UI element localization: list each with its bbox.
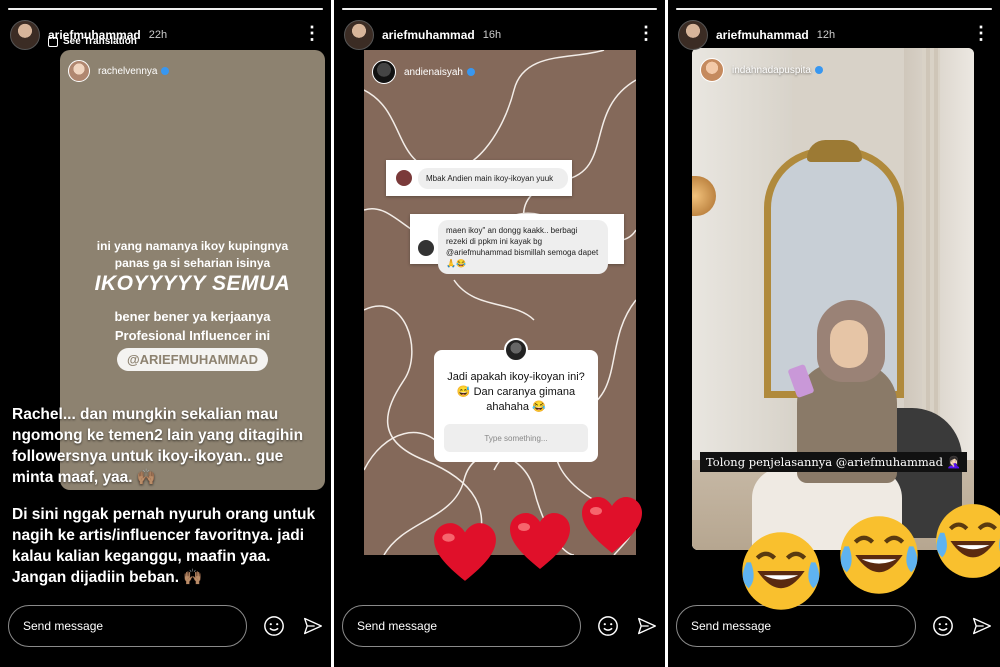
heart-icon — [582, 497, 642, 553]
avatar — [372, 60, 396, 84]
reshared-user[interactable]: indahnadapuspita — [700, 58, 823, 82]
more-options-icon[interactable]: ⋮ — [972, 24, 990, 42]
avatar — [418, 240, 434, 256]
question-sticker[interactable]: Jadi apakah ikoy-ikoyan ini? 😅 Dan caran… — [434, 338, 598, 462]
reply-bar: Send message — [8, 605, 323, 647]
story-caption: Tolong penjelasannya @ariefmuhammad 🤦🏻‍♀… — [700, 452, 967, 472]
question-response-card: Mbak Andien main ikoy-ikoyan yuuk — [386, 160, 572, 196]
story-header: ariefmuhammad 16h ⋮ — [344, 18, 655, 52]
reshared-user[interactable]: andienaisyah — [372, 60, 475, 84]
send-icon[interactable] — [637, 616, 657, 636]
story-progress-bar — [8, 8, 323, 10]
story-time: 16h — [482, 29, 502, 41]
story-progress-bar — [342, 8, 657, 10]
question-answer-input[interactable]: Type something... — [444, 424, 588, 452]
question-response-card: maen ikoy" an dongg kaakk.. berbagi reze… — [410, 214, 624, 274]
verified-badge-icon — [814, 66, 823, 74]
story-username[interactable]: ariefmuhammad — [716, 28, 809, 42]
question-text: maen ikoy" an dongg kaakk.. berbagi reze… — [438, 220, 608, 274]
question-text: Mbak Andien main ikoy-ikoyan yuuk — [418, 168, 568, 189]
story-panel-2: ariefmuhammad 16h ⋮ andienaisyah Mbak An… — [334, 0, 665, 667]
story-text-line: bener bener ya kerjaanya — [114, 309, 271, 324]
question-sticker-text: Jadi apakah ikoy-ikoyan ini? 😅 Dan caran… — [447, 371, 585, 413]
story-progress-bar — [676, 8, 992, 10]
reshared-user[interactable]: rachelvennya — [68, 60, 170, 82]
story-time: 22h — [148, 29, 168, 41]
reshared-username: andienaisyah — [404, 66, 463, 78]
story-panel-3: ariefmuhammad 12h ⋮ indahnadapuspita Tol… — [668, 0, 1000, 667]
avatar[interactable] — [678, 20, 708, 50]
story-header: ariefmuhammad 12h ⋮ — [678, 18, 990, 52]
avatar — [396, 170, 412, 186]
avatar — [68, 60, 90, 82]
send-message-input[interactable]: Send message — [8, 605, 247, 647]
avatar[interactable] — [10, 20, 40, 50]
story-time: 12h — [816, 29, 836, 41]
verified-badge-icon — [161, 67, 170, 75]
story-panel-1: ariefmuhammad 22h ⋮ See Translation rach… — [0, 0, 331, 667]
sticker-icon[interactable] — [263, 615, 285, 637]
reshared-story-card[interactable]: andienaisyah Mbak Andien main ikoy-ikoya… — [364, 50, 636, 555]
reply-bar: Send message — [676, 605, 992, 647]
person-face-decoration — [830, 320, 868, 368]
avatar[interactable] — [344, 20, 374, 50]
reply-bar: Send message — [342, 605, 657, 647]
story-headline: IKOYYYYY SEMUA — [94, 272, 291, 295]
squiggle-lines-decoration — [364, 50, 636, 555]
more-options-icon[interactable]: ⋮ — [303, 24, 321, 42]
send-icon[interactable] — [972, 616, 992, 636]
heart-icon — [434, 523, 496, 581]
avatar — [504, 338, 528, 362]
reshared-story-photo[interactable]: indahnadapuspita — [692, 48, 974, 550]
story-header: ariefmuhammad 22h ⋮ — [10, 18, 321, 52]
verified-badge-icon — [466, 68, 475, 76]
send-icon[interactable] — [303, 616, 323, 636]
story-caption: Di sini nggak pernah nyuruh orang untuk … — [12, 506, 316, 586]
heart-icon — [510, 513, 570, 569]
send-message-input[interactable]: Send message — [342, 605, 581, 647]
story-username[interactable]: ariefmuhammad — [382, 28, 475, 42]
story-text-line: ini yang namanya ikoy kupingnya — [96, 239, 289, 253]
mirror-crest-decoration — [807, 140, 862, 162]
more-options-icon[interactable]: ⋮ — [637, 24, 655, 42]
story-text-line: panas ga si seharian isinya — [114, 256, 271, 270]
story-caption: Rachel... dan mungkin sekalian mau ngomo… — [12, 406, 304, 486]
sticker-icon[interactable] — [597, 615, 619, 637]
laughing-tears-emoji-icon — [936, 504, 1000, 578]
story-text-line: Profesional Influencer ini — [114, 328, 271, 343]
sticker-icon[interactable] — [932, 615, 954, 637]
story-username[interactable]: ariefmuhammad — [48, 28, 141, 42]
mention-sticker[interactable]: @ARIEFMUHAMMAD — [116, 348, 269, 371]
reshared-username: rachelvennya — [98, 65, 158, 77]
avatar — [700, 58, 724, 82]
laughing-tears-emoji-icon — [742, 532, 820, 610]
laughing-tears-emoji-icon — [840, 516, 918, 594]
reshared-username: indahnadapuspita — [732, 64, 811, 76]
